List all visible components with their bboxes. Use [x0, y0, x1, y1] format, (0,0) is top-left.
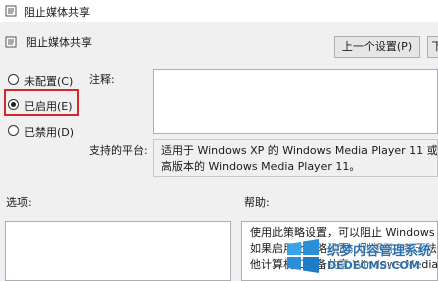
radio-not-configured[interactable]: 未配置(C) — [8, 72, 78, 88]
options-label: 选项: — [6, 196, 32, 209]
next-setting-button[interactable]: 下 — [427, 36, 438, 58]
radio-disabled[interactable]: 已禁用(D) — [8, 123, 78, 139]
highlight-box — [4, 89, 79, 116]
windows-logo-icon — [287, 239, 319, 273]
radio-label[interactable]: 已禁用(D) — [24, 124, 74, 140]
supported-platform-line: 高版本的 Windows Media Player 11。 — [161, 160, 361, 173]
supported-platform-text: 适用于 Windows XP 的 Windows Media Player 11… — [153, 139, 438, 177]
policy-icon — [5, 36, 17, 48]
options-panel — [5, 221, 231, 281]
supported-platform-label: 支持的平台: — [89, 144, 148, 157]
comment-field[interactable] — [153, 69, 438, 134]
policy-icon — [5, 5, 17, 17]
help-label: 帮助: — [244, 196, 270, 209]
watermark-site-name: 织梦内容管理系统 — [327, 244, 432, 259]
radio-label[interactable]: 未配置(C) — [24, 73, 73, 89]
policy-name: 阻止媒体共享 — [26, 36, 92, 49]
radio-circle[interactable] — [8, 125, 19, 136]
comment-label: 注释: — [89, 73, 115, 86]
window-title: 阻止媒体共享 — [24, 6, 90, 19]
previous-setting-button[interactable]: 上一个设置(P) — [334, 36, 420, 58]
watermark-domain: DEDECMS.COM — [327, 259, 420, 272]
title-bar: 阻止媒体共享 — [0, 0, 438, 22]
watermark: 织梦内容管理系统 DEDECMS.COM — [283, 234, 438, 281]
supported-platform-line: 适用于 Windows XP 的 Windows Media Player 11… — [161, 144, 438, 157]
radio-circle[interactable] — [8, 74, 19, 85]
